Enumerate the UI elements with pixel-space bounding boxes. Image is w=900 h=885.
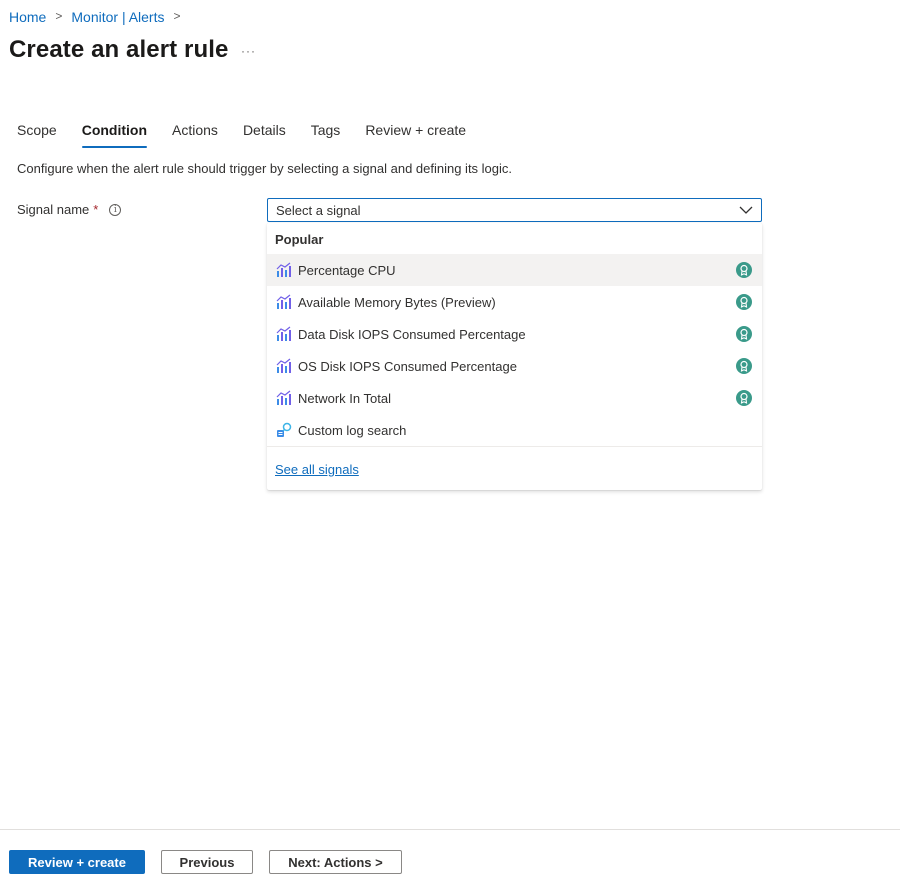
signal-option-label: Custom log search — [298, 422, 407, 438]
footer-divider — [0, 829, 900, 830]
signal-option[interactable]: Available Memory Bytes (Preview) — [267, 286, 762, 318]
breadcrumb-monitor-alerts-link[interactable]: Monitor | Alerts — [71, 9, 164, 25]
dropdown-section-header: Popular — [275, 232, 324, 247]
signal-select-value: Select a signal — [276, 202, 361, 218]
signal-option-label: Network In Total — [298, 390, 391, 406]
metric-chart-icon — [276, 294, 291, 309]
more-options-button[interactable]: ··· — [241, 44, 256, 58]
breadcrumb-separator: > — [173, 9, 181, 23]
condition-description: Configure when the alert rule should tri… — [17, 161, 513, 176]
chevron-down-icon — [739, 206, 753, 214]
tab-scope[interactable]: Scope — [17, 122, 57, 147]
info-icon[interactable]: i — [109, 203, 122, 216]
signal-name-label: Signal name * i — [17, 202, 122, 217]
signal-option-label: Available Memory Bytes (Preview) — [298, 294, 496, 310]
signal-option[interactable]: OS Disk IOPS Consumed Percentage — [267, 350, 762, 382]
tab-details[interactable]: Details — [243, 122, 286, 147]
signal-option-label: Percentage CPU — [298, 262, 396, 278]
metric-chart-icon — [276, 390, 291, 405]
metric-chart-icon — [276, 326, 291, 341]
see-all-signals-link[interactable]: See all signals — [275, 462, 359, 477]
required-marker: * — [93, 202, 99, 217]
recommended-badge-icon — [736, 294, 752, 310]
signal-dropdown: Popular Percentage CPU Available Memory … — [267, 223, 762, 490]
log-search-icon — [277, 422, 292, 437]
breadcrumb-home-link[interactable]: Home — [9, 9, 46, 25]
signal-name-label-text: Signal name — [17, 202, 90, 217]
signal-option-label: Data Disk IOPS Consumed Percentage — [298, 326, 526, 342]
tab-tags[interactable]: Tags — [311, 122, 341, 147]
signal-list: Percentage CPU Available Memory Bytes (P… — [267, 254, 762, 446]
signal-option[interactable]: Network In Total — [267, 382, 762, 414]
previous-button[interactable]: Previous — [161, 850, 253, 874]
recommended-badge-icon — [736, 262, 752, 278]
wizard-tabs: Scope Condition Actions Details Tags Rev… — [17, 122, 491, 148]
signal-option[interactable]: Data Disk IOPS Consumed Percentage — [267, 318, 762, 350]
signal-option[interactable]: Percentage CPU — [267, 254, 762, 286]
tab-review-create[interactable]: Review + create — [365, 122, 466, 147]
signal-option-label: OS Disk IOPS Consumed Percentage — [298, 358, 517, 374]
metric-chart-icon — [276, 262, 291, 277]
tab-condition[interactable]: Condition — [81, 122, 148, 148]
breadcrumb-separator: > — [55, 9, 63, 23]
signal-option[interactable]: Custom log search — [267, 414, 762, 446]
recommended-badge-icon — [736, 326, 752, 342]
metric-chart-icon — [276, 358, 291, 373]
breadcrumb: Home > Monitor | Alerts > — [9, 9, 190, 25]
next-actions-button[interactable]: Next: Actions > — [269, 850, 402, 874]
signal-select[interactable]: Select a signal — [267, 198, 762, 222]
tab-actions[interactable]: Actions — [172, 122, 218, 147]
recommended-badge-icon — [736, 390, 752, 406]
dropdown-divider — [267, 446, 762, 447]
review-create-button[interactable]: Review + create — [9, 850, 145, 874]
recommended-badge-icon — [736, 358, 752, 374]
page-title: Create an alert rule — [9, 36, 229, 63]
